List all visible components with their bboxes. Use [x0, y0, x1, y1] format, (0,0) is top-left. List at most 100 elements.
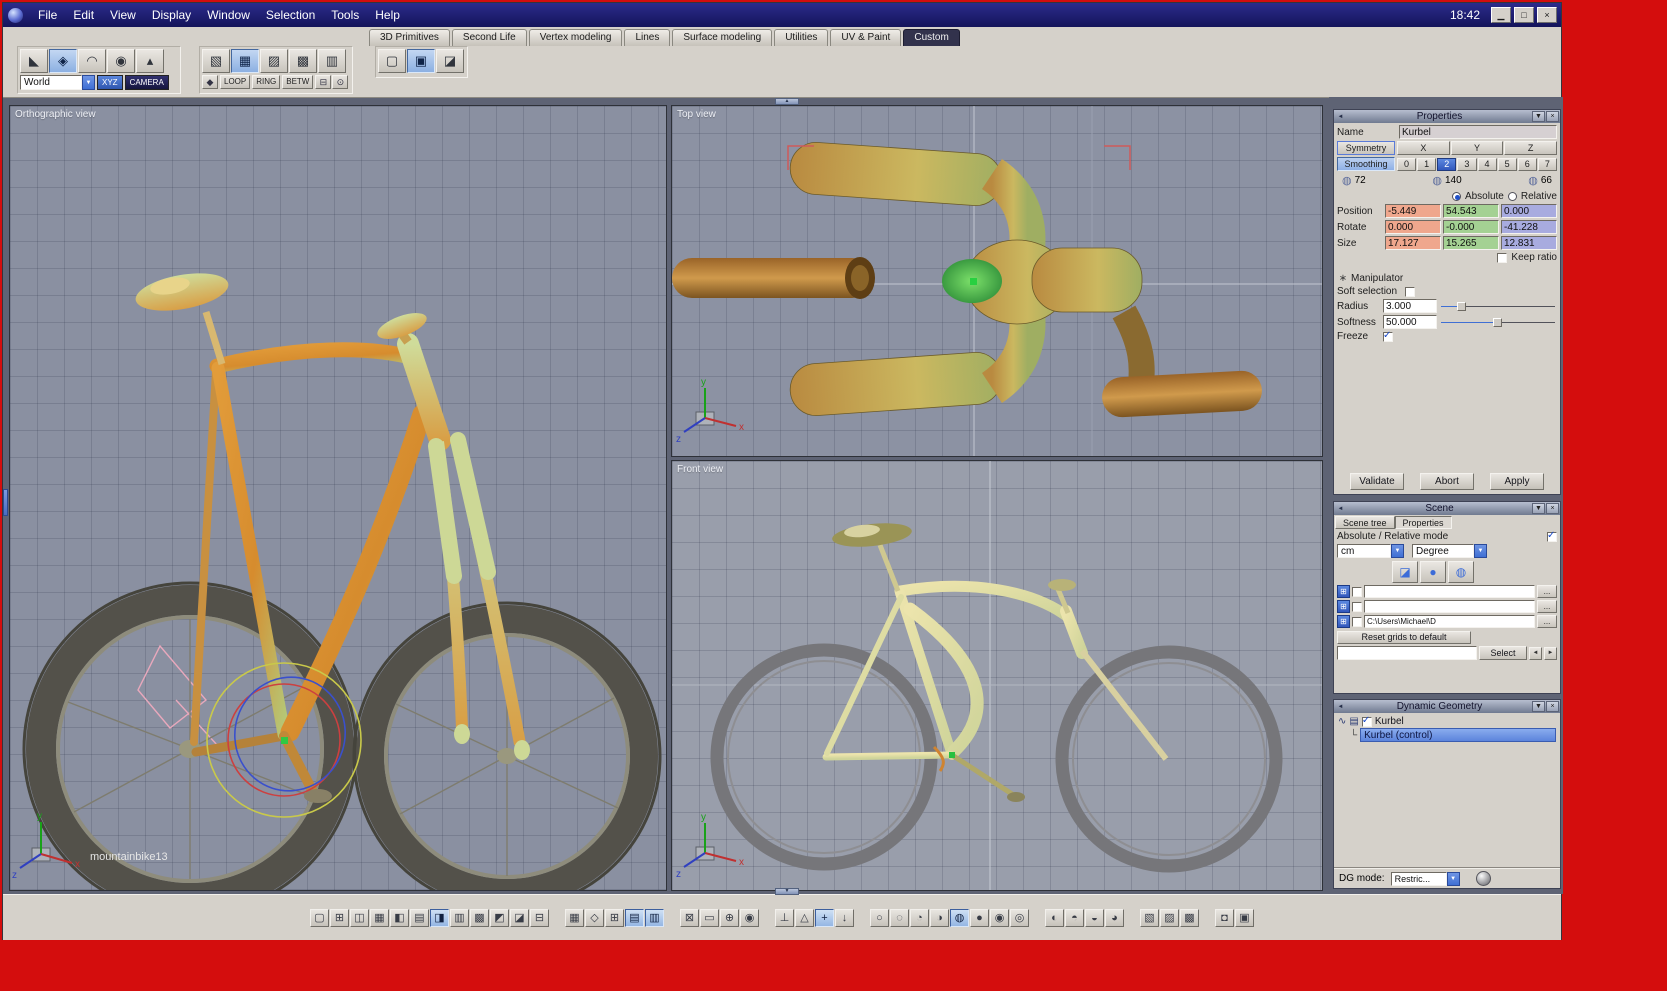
front-viewport[interactable]: y x z Front view — [671, 460, 1323, 891]
tab-custom[interactable]: Custom — [903, 29, 960, 46]
maximize-button[interactable]: □ — [1514, 7, 1534, 23]
arc-tool-icon[interactable]: ◠ — [78, 49, 106, 73]
angle-unit-dropdown[interactable]: Degree ▼ — [1412, 544, 1487, 558]
radius-field[interactable] — [1383, 299, 1437, 313]
browse-button[interactable]: ... — [1537, 600, 1557, 613]
smoothing-level-1[interactable]: 1 — [1417, 157, 1437, 171]
object-mode-icon[interactable]: ▩ — [289, 49, 317, 73]
snap-vertex-icon[interactable]: △ — [795, 908, 814, 927]
tab-scene-properties[interactable]: Properties — [1394, 516, 1452, 529]
softness-field[interactable] — [1383, 315, 1437, 329]
uv-editor-icon[interactable]: ▦ — [565, 908, 584, 927]
keep-ratio-checkbox[interactable] — [1497, 252, 1508, 263]
grid-row-field[interactable] — [1364, 615, 1535, 628]
minimize-button[interactable]: ▁ — [1491, 7, 1511, 23]
panel-menu-icon[interactable]: ▼ — [1532, 111, 1545, 122]
layout-icon-4[interactable]: ▦ — [370, 908, 389, 927]
hand-tool-icon[interactable]: ◈ — [49, 49, 77, 73]
dg-root-checkbox[interactable] — [1361, 715, 1372, 727]
close-button[interactable]: × — [1537, 7, 1557, 23]
spreadsheet-icon[interactable]: ▥ — [645, 908, 664, 927]
tab-second-life[interactable]: Second Life — [451, 29, 527, 46]
drop-to-ground-icon[interactable]: ↓ — [835, 908, 854, 927]
tab-3d-primitives[interactable]: 3D Primitives — [369, 29, 450, 46]
menu-file[interactable]: File — [30, 8, 65, 22]
pin-tool-icon[interactable]: ▴ — [136, 49, 164, 73]
ring-button[interactable]: RING — [252, 75, 281, 89]
cube-grid-icon[interactable]: ▩ — [1180, 908, 1199, 927]
size-x-field[interactable] — [1385, 236, 1441, 250]
smoothing-level-5[interactable]: 5 — [1497, 157, 1517, 171]
panel-menu-icon[interactable]: ▼ — [1532, 701, 1545, 712]
paint-icon[interactable]: ◇ — [585, 908, 604, 927]
world-space-dropdown[interactable]: World ▼ — [20, 75, 95, 90]
scene-search-field[interactable] — [1337, 646, 1477, 660]
layout-icon-10[interactable]: ◩ — [490, 908, 509, 927]
camera-icon[interactable]: ▣ — [1235, 908, 1254, 927]
apply-button[interactable]: Apply — [1490, 473, 1544, 490]
layout-icon-7[interactable]: ◨ — [430, 908, 449, 927]
symmetry-button[interactable]: Symmetry — [1337, 141, 1395, 155]
panel-close-icon[interactable]: × — [1546, 503, 1559, 514]
grid-icon[interactable]: ⊞ — [605, 908, 624, 927]
validate-button[interactable]: Validate — [1350, 473, 1404, 490]
uv-mode-icon[interactable]: ▥ — [318, 49, 346, 73]
top-viewport[interactable]: y x z Top view — [671, 105, 1323, 457]
panel-close-icon[interactable]: × — [1546, 111, 1559, 122]
gold-shading-icon[interactable]: ◉ — [990, 908, 1009, 927]
grid-row-checkbox[interactable] — [1352, 601, 1362, 612]
copy-icon[interactable]: ▢ — [378, 49, 406, 73]
tab-utilities[interactable]: Utilities — [774, 29, 829, 46]
relative-radio[interactable] — [1507, 192, 1517, 201]
scalpel-tool-icon[interactable]: ◣ — [20, 49, 48, 73]
flat-shading-icon[interactable]: ◔ — [910, 908, 929, 927]
layout-icon-5[interactable]: ◧ — [390, 908, 409, 927]
light-back-icon[interactable]: ◒ — [1085, 908, 1104, 927]
cube-uv-icon[interactable]: ▨ — [1160, 908, 1179, 927]
deselect-icon[interactable]: ⊠ — [680, 908, 699, 927]
menu-help[interactable]: Help — [367, 8, 408, 22]
position-y-field[interactable] — [1443, 204, 1499, 218]
radius-slider[interactable] — [1441, 301, 1555, 311]
unit-dropdown[interactable]: cm ▼ — [1337, 544, 1404, 558]
sphere-brush-tool-icon[interactable]: ◉ — [107, 49, 135, 73]
manipulator-toggle-icon[interactable]: + — [815, 908, 834, 927]
dg-root-row[interactable]: ∿ ▤ Kurbel — [1338, 715, 1556, 728]
menu-edit[interactable]: Edit — [65, 8, 102, 22]
camera-toggle-button[interactable]: CAMERA — [124, 75, 169, 90]
smoothing-button[interactable]: Smoothing — [1337, 157, 1395, 171]
browse-button[interactable]: ... — [1537, 615, 1557, 628]
cube-display-icon[interactable]: ▧ — [1140, 908, 1159, 927]
transparent-shading-icon[interactable]: ◎ — [1010, 908, 1029, 927]
smoothing-level-3[interactable]: 3 — [1457, 157, 1477, 171]
menu-window[interactable]: Window — [199, 8, 258, 22]
material-shading-icon[interactable]: ● — [970, 908, 989, 927]
tab-vertex-modeling[interactable]: Vertex modeling — [528, 29, 623, 46]
wireframe-shading-icon[interactable]: ○ — [870, 908, 889, 927]
grow-selection-icon[interactable]: ⊙ — [332, 75, 349, 89]
menu-view[interactable]: View — [102, 8, 144, 22]
layout-icon-6[interactable]: ▤ — [410, 908, 429, 927]
soft-selection-checkbox[interactable] — [1405, 286, 1416, 297]
tab-uv-paint[interactable]: UV & Paint — [830, 29, 902, 46]
chevron-down-icon[interactable]: ▼ — [82, 75, 95, 90]
smooth-shading-icon[interactable]: ◑ — [930, 908, 949, 927]
grid-row-field[interactable] — [1364, 585, 1535, 598]
radius-slider-thumb[interactable] — [1456, 301, 1466, 311]
left-edge-scroll-nub[interactable] — [3, 489, 8, 516]
dg-selected-item[interactable]: Kurbel (control) — [1360, 728, 1556, 742]
chevron-down-icon[interactable]: ▼ — [1391, 544, 1404, 558]
layout-icon-1[interactable]: ▢ — [310, 908, 329, 927]
visibility-icon[interactable]: ◉ — [740, 908, 759, 927]
select-button[interactable]: Select — [1479, 646, 1527, 660]
paste-icon[interactable]: ▣ — [407, 49, 435, 73]
menu-display[interactable]: Display — [144, 8, 199, 22]
wire-sphere-icon[interactable]: ◍ — [1448, 561, 1474, 583]
between-button[interactable]: BETW — [282, 75, 314, 89]
freeze-checkbox[interactable] — [1383, 330, 1393, 342]
grid-chip-icon[interactable]: ⊞ — [1337, 615, 1350, 628]
grid-row-field[interactable] — [1364, 600, 1535, 613]
x-axis-header[interactable]: X — [1397, 141, 1450, 155]
softness-slider-thumb[interactable] — [1493, 317, 1503, 327]
grid-row-checkbox[interactable] — [1352, 586, 1362, 597]
